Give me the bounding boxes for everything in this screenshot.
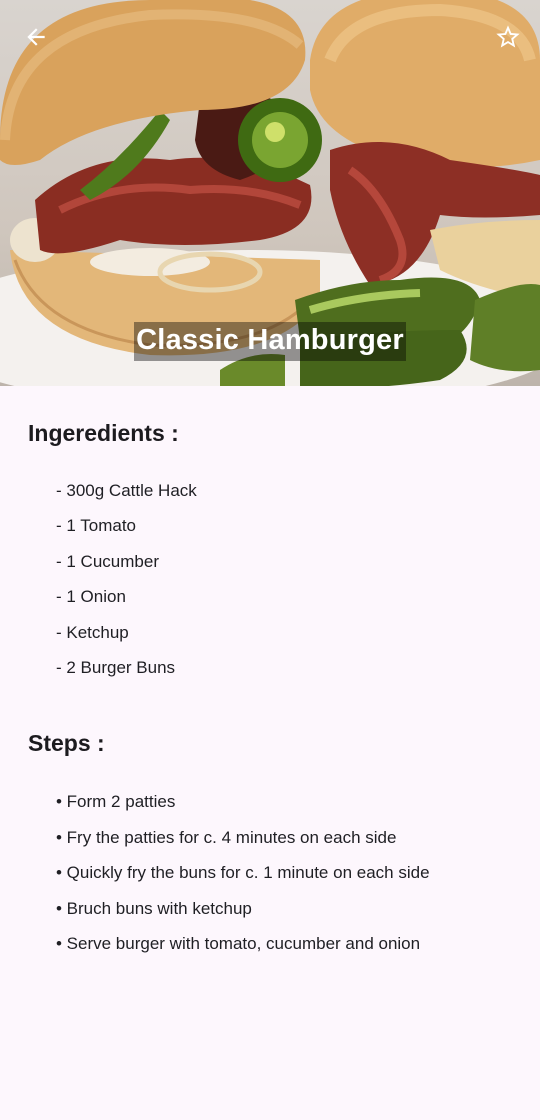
recipe-title-container: Classic Hamburger (0, 322, 540, 361)
star-outline-icon (496, 25, 520, 48)
step-item: • Fry the patties for c. 4 minutes on ea… (56, 827, 397, 847)
back-button[interactable] (19, 20, 53, 54)
favorite-button[interactable] (491, 20, 525, 54)
ingredient-item: - 300g Cattle Hack (56, 481, 197, 500)
step-item: • Serve burger with tomato, cucumber and… (56, 933, 421, 953)
ingredient-item: - 1 Cucumber (56, 551, 159, 571)
ingredient-item: - 1 Tomato (56, 516, 137, 536)
recipe-details: Ingeredients : - 300g Cattle Hack - 1 To… (0, 386, 540, 968)
steps-list: • Form 2 patties • Fry the patties for c… (28, 791, 512, 968)
step-item: • Quickly fry the buns for c. 1 minute o… (56, 863, 430, 883)
steps-heading: Steps : (28, 730, 105, 757)
step-item: • Form 2 patties (56, 792, 176, 812)
step-item: • Bruch buns with ketchup (56, 898, 252, 918)
ingredient-item: - 2 Burger Buns (56, 657, 176, 677)
ingredient-item: - Ketchup (56, 622, 129, 642)
recipe-hero-image: Classic Hamburger (0, 0, 540, 386)
ingredients-heading: Ingeredients : (28, 420, 179, 446)
arrow-left-icon (27, 28, 45, 46)
recipe-title: Classic Hamburger (134, 322, 406, 361)
ingredient-item: - 1 Onion (56, 587, 126, 607)
ingredients-list: - 300g Cattle Hack - 1 Tomato - 1 Cucumb… (28, 480, 512, 692)
